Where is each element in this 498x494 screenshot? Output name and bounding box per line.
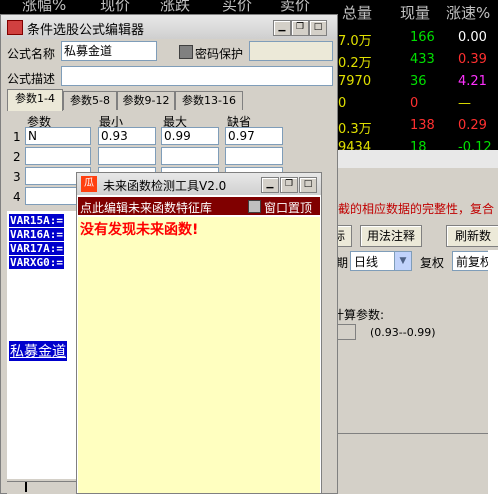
market-total-volume: 0.2万 bbox=[338, 56, 372, 71]
result-message: 没有发现未来函数! bbox=[80, 222, 199, 238]
restore-value: 前复权 bbox=[456, 255, 493, 269]
market-speed: 0.29 bbox=[458, 118, 487, 133]
param-min-input[interactable] bbox=[98, 147, 156, 165]
restore-label: 复权 bbox=[420, 256, 445, 270]
market-current-volume: 166 bbox=[410, 30, 435, 45]
tool-result-area: 没有发现未来函数! bbox=[78, 217, 320, 493]
param-default-input[interactable]: 0.97 bbox=[225, 127, 283, 145]
group-divider bbox=[330, 433, 498, 434]
code-line: VAR15A:= bbox=[9, 214, 64, 227]
maximize-icon[interactable]: □ bbox=[299, 177, 317, 193]
header-bid: 买价 bbox=[222, 0, 253, 14]
pin-icon[interactable] bbox=[248, 200, 261, 213]
window-pin-label[interactable]: 窗口置顶 bbox=[264, 199, 312, 216]
market-current-volume: 0 bbox=[410, 96, 419, 111]
code-line: VAR17A:= bbox=[9, 242, 64, 255]
param-max-input[interactable]: 0.99 bbox=[161, 127, 219, 145]
market-current-volume: 138 bbox=[410, 118, 435, 133]
market-total-volume: 7.0万 bbox=[338, 34, 372, 49]
lock-icon[interactable] bbox=[179, 45, 193, 59]
background-dialog-header bbox=[330, 150, 498, 168]
market-speed: 0.00 bbox=[458, 30, 487, 45]
edit-feature-library-link[interactable]: 点此编辑未来函数特征库 bbox=[80, 199, 212, 216]
market-current-volume: 36 bbox=[410, 74, 427, 89]
header-ask: 卖价 bbox=[280, 0, 311, 14]
chevron-down-icon[interactable]: ▼ bbox=[394, 252, 411, 270]
tool-title: 未来函数检测工具V2.0 bbox=[103, 179, 227, 193]
header-total-volume: 总量 bbox=[342, 4, 373, 22]
market-speed: — bbox=[458, 96, 471, 111]
market-total-volume: 7970 bbox=[338, 74, 372, 89]
app-icon bbox=[7, 20, 23, 35]
header-change: 涨跌 bbox=[160, 0, 191, 14]
formula-name-highlight: 私募金道 bbox=[9, 341, 67, 361]
formula-name-label: 公式名称 bbox=[7, 47, 56, 61]
restore-icon[interactable]: ❐ bbox=[291, 20, 309, 36]
maximize-icon[interactable]: □ bbox=[309, 20, 327, 36]
header-price: 现价 bbox=[100, 0, 131, 14]
header-current-volume: 现量 bbox=[400, 4, 431, 22]
code-line: VAR16A:= bbox=[9, 228, 64, 241]
code-scrollbar[interactable] bbox=[7, 481, 79, 494]
market-speed: 0.39 bbox=[458, 52, 487, 67]
market-total-volume: 0.3万 bbox=[338, 122, 372, 137]
param-name-input[interactable]: N bbox=[25, 127, 91, 145]
data-integrity-warning: 截的相应数据的完整性，复合 bbox=[338, 202, 495, 216]
param-row-index: 2 bbox=[13, 150, 21, 164]
minimize-icon[interactable]: ▁ bbox=[273, 20, 291, 36]
calc-params-label: 计算参数: bbox=[332, 308, 385, 322]
formula-desc-label: 公式描述 bbox=[7, 72, 56, 86]
param-max-input[interactable] bbox=[161, 147, 219, 165]
password-protect-label[interactable]: 密码保护 bbox=[195, 45, 243, 62]
code-line: VARXG0:= bbox=[9, 256, 64, 269]
tool-title-bar[interactable]: 瓜 未来函数检测工具V2.0 ▁ ❐ □ bbox=[77, 173, 321, 195]
tab-params-13-16[interactable]: 参数13-16 bbox=[175, 91, 243, 110]
melon-icon: 瓜 bbox=[81, 176, 97, 192]
refresh-data-button[interactable]: 刷新数 bbox=[446, 225, 498, 247]
editor-title: 条件选股公式编辑器 bbox=[27, 23, 145, 38]
background-stock-dialog: 截的相应数据的完整性，复合 标 用法注释 刷新数 期 日线 ▼ 复权 前复权 计… bbox=[326, 150, 498, 494]
restore-icon[interactable]: ❐ bbox=[280, 177, 298, 193]
tab-params-9-12[interactable]: 参数9-12 bbox=[117, 91, 175, 110]
param-row-index: 4 bbox=[13, 190, 21, 204]
minimize-icon[interactable]: ▁ bbox=[261, 177, 279, 193]
period-value: 日线 bbox=[354, 255, 379, 269]
future-function-tool-window: 瓜 未来函数检测工具V2.0 ▁ ❐ □ 点此编辑未来函数特征库 窗口置顶 没有… bbox=[76, 172, 322, 494]
password-input[interactable] bbox=[249, 41, 333, 61]
param-min-input[interactable]: 0.93 bbox=[98, 127, 156, 145]
period-select[interactable]: 日线 ▼ bbox=[350, 251, 412, 271]
param-default-input[interactable] bbox=[225, 147, 283, 165]
scroll-thumb[interactable] bbox=[25, 482, 27, 492]
param-row-index: 3 bbox=[13, 170, 21, 184]
market-current-volume: 433 bbox=[410, 52, 435, 67]
usage-notes-button[interactable]: 用法注释 bbox=[360, 225, 422, 247]
header-speed: 涨速% bbox=[446, 4, 491, 22]
formula-desc-input[interactable] bbox=[61, 66, 333, 86]
right-edge-panel bbox=[488, 250, 498, 494]
param-range-text: (0.93--0.99) bbox=[370, 326, 436, 339]
param-name-input[interactable] bbox=[25, 147, 91, 165]
market-total-volume: 0 bbox=[338, 96, 347, 111]
editor-title-bar[interactable]: 条件选股公式编辑器 ▁ ❐ □ bbox=[1, 15, 337, 39]
header-change-pct: 涨幅% bbox=[22, 0, 67, 14]
market-speed: 4.21 bbox=[458, 74, 487, 89]
tab-params-1-4[interactable]: 参数1-4 bbox=[7, 89, 63, 111]
formula-code-area[interactable]: VAR15A:= VAR16A:= VAR17A:= VARXG0:= 私募金道 bbox=[7, 211, 79, 479]
formula-name-input[interactable]: 私募金道 bbox=[61, 41, 157, 61]
tool-toolbar: 点此编辑未来函数特征库 窗口置顶 bbox=[78, 197, 320, 215]
param-row-index: 1 bbox=[13, 130, 21, 144]
tab-params-5-8[interactable]: 参数5-8 bbox=[63, 91, 117, 110]
